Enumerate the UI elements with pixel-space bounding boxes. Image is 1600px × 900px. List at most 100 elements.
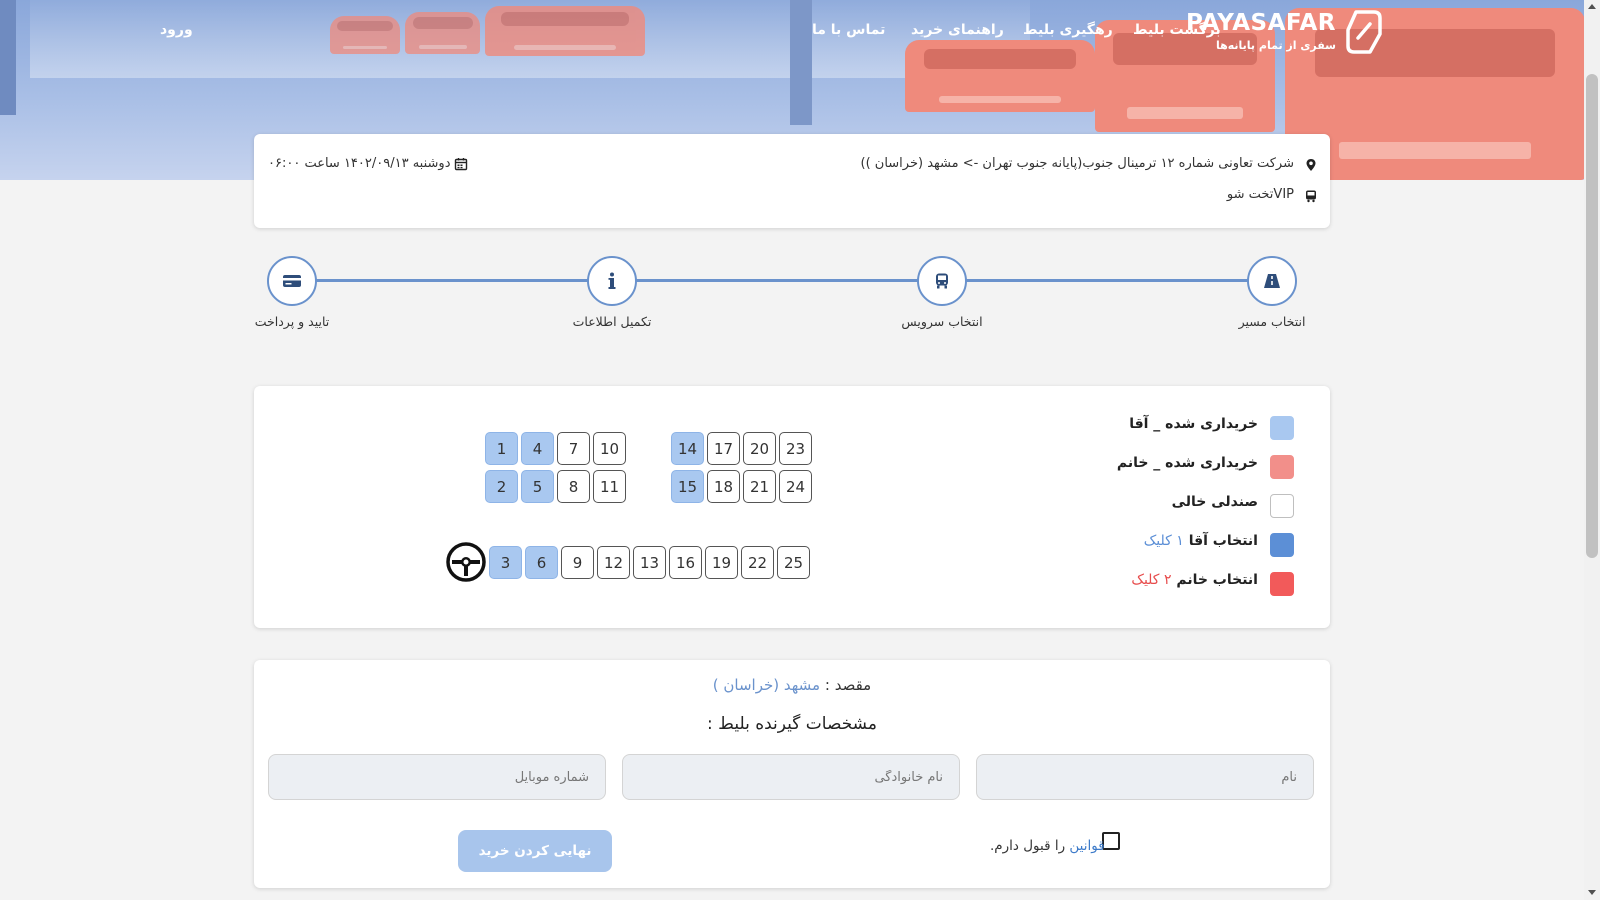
legend-item: صندلی خالی bbox=[1054, 492, 1294, 531]
step-circle bbox=[1247, 256, 1297, 306]
legend-label: انتخاب آقا ۱ کلیک bbox=[1144, 533, 1258, 549]
legend-item: خریداری شده _ خانم bbox=[1054, 453, 1294, 492]
form-title: مشخصات گیرنده بلیط : bbox=[707, 714, 877, 734]
seat-8[interactable]: 8 bbox=[557, 470, 590, 503]
step-circle bbox=[267, 256, 317, 306]
page-scrollbar[interactable] bbox=[1584, 0, 1600, 900]
progress-steps: انتخاب مسیر انتخاب سرویس تکمیل اطلاعات ت… bbox=[250, 256, 1332, 336]
step-info[interactable]: تکمیل اطلاعات bbox=[552, 256, 672, 329]
legend-swatch bbox=[1270, 533, 1294, 557]
legend-click-hint: ۲ کلیک bbox=[1131, 572, 1172, 588]
calendar-icon bbox=[454, 158, 468, 171]
seat-23[interactable]: 23 bbox=[779, 432, 812, 465]
bus-illustration bbox=[905, 40, 1095, 112]
scroll-down-icon[interactable] bbox=[1588, 890, 1596, 895]
seat-2[interactable]: 2 bbox=[485, 470, 518, 503]
step-label: انتخاب مسیر bbox=[1238, 314, 1306, 329]
progress-line bbox=[298, 279, 1284, 282]
seat-24[interactable]: 24 bbox=[779, 470, 812, 503]
legend-item: انتخاب آقا ۱ کلیک bbox=[1054, 531, 1294, 570]
nav-login[interactable]: ورود bbox=[160, 22, 193, 38]
terms-suffix: را قبول دارم. bbox=[990, 838, 1066, 854]
road-icon bbox=[1264, 274, 1280, 288]
banner-pillar bbox=[0, 0, 16, 115]
bus-type: VIPتخت شو bbox=[1226, 187, 1294, 202]
seat-7[interactable]: 7 bbox=[557, 432, 590, 465]
nav-track-ticket[interactable]: رهگیری بلیط bbox=[1023, 22, 1113, 38]
seat-legend: خریداری شده _ آقا خریداری شده _ خانم صند… bbox=[1054, 414, 1294, 609]
legend-label: خریداری شده _ خانم bbox=[1116, 455, 1258, 471]
bus-illustration bbox=[405, 12, 480, 54]
seat-13[interactable]: 13 bbox=[633, 546, 666, 579]
legend-label: انتخاب خانم ۲ کلیک bbox=[1131, 572, 1258, 588]
legend-swatch bbox=[1270, 455, 1294, 479]
legend-swatch bbox=[1270, 494, 1294, 518]
seat-12[interactable]: 12 bbox=[597, 546, 630, 579]
destination-label: مقصد : bbox=[824, 676, 872, 694]
trip-route: شرکت تعاونی شماره ۱۲ ترمینال جنوب(پایانه… bbox=[860, 156, 1295, 171]
scroll-thumb[interactable] bbox=[1586, 74, 1598, 558]
mobile-input[interactable] bbox=[268, 754, 606, 800]
bus-icon bbox=[1306, 190, 1316, 203]
trip-info-card: شرکت تعاونی شماره ۱۲ ترمینال جنوب(پایانه… bbox=[254, 134, 1330, 228]
brand-tagline: سفری از تمام پایانه‌ها bbox=[1215, 39, 1336, 52]
banner-pillar bbox=[790, 0, 812, 125]
seat-3[interactable]: 3 bbox=[489, 546, 522, 579]
finalize-purchase-button[interactable]: نهایی کردن خرید bbox=[458, 830, 612, 872]
terms-text: قوانین را قبول دارم. bbox=[990, 838, 1105, 854]
last-name-input[interactable] bbox=[622, 754, 960, 800]
seat-10[interactable]: 10 bbox=[593, 432, 626, 465]
first-name-input[interactable] bbox=[976, 754, 1314, 800]
terms-checkbox[interactable] bbox=[1102, 832, 1120, 850]
seat-22[interactable]: 22 bbox=[741, 546, 774, 579]
nav-purchase-guide[interactable]: راهنمای خرید bbox=[911, 22, 1004, 38]
step-service[interactable]: انتخاب سرویس bbox=[882, 256, 1002, 329]
scroll-up-icon[interactable] bbox=[1588, 4, 1596, 9]
seat-9[interactable]: 9 bbox=[561, 546, 594, 579]
credit-card-icon bbox=[283, 275, 301, 287]
bus-icon bbox=[936, 273, 948, 289]
legend-item: خریداری شده _ آقا bbox=[1054, 414, 1294, 453]
seat-15[interactable]: 15 bbox=[671, 470, 704, 503]
step-label: تکمیل اطلاعات bbox=[572, 314, 652, 329]
steering-wheel-icon bbox=[446, 542, 486, 582]
nav-contact-us[interactable]: تماس با ما bbox=[812, 22, 885, 38]
bus-illustration bbox=[485, 6, 645, 56]
seat-14[interactable]: 14 bbox=[671, 432, 704, 465]
seat-11[interactable]: 11 bbox=[593, 470, 626, 503]
legend-label-text: انتخاب آقا bbox=[1188, 533, 1258, 549]
legend-label: خریداری شده _ آقا bbox=[1129, 416, 1258, 432]
seat-16[interactable]: 16 bbox=[669, 546, 702, 579]
legend-click-hint: ۱ کلیک bbox=[1143, 533, 1184, 549]
seat-17[interactable]: 17 bbox=[707, 432, 740, 465]
legend-label: صندلی خالی bbox=[1171, 494, 1258, 510]
step-payment[interactable]: تایید و پرداخت bbox=[242, 256, 342, 329]
bus-illustration bbox=[330, 16, 400, 54]
seat-21[interactable]: 21 bbox=[743, 470, 776, 503]
passenger-form-card: مقصد : مشهد (خراسان ) مشخصات گیرنده بلیط… bbox=[254, 660, 1330, 888]
step-circle bbox=[917, 256, 967, 306]
seat-map-card: 1 4 7 10 14 17 20 23 2 5 8 11 15 18 21 24 3 6 9 12 13 16 19 22 2… bbox=[254, 386, 1330, 628]
seat-25[interactable]: 25 bbox=[777, 546, 810, 579]
terms-link[interactable]: قوانین bbox=[1069, 838, 1104, 854]
seat-1[interactable]: 1 bbox=[485, 432, 518, 465]
step-circle bbox=[587, 256, 637, 306]
legend-swatch bbox=[1270, 416, 1294, 440]
info-icon bbox=[608, 272, 616, 289]
trip-datetime: دوشنبه ۱۴۰۲/۰۹/۱۳ ساعت ۰۶:۰۰ bbox=[268, 156, 451, 171]
seat-4[interactable]: 4 bbox=[521, 432, 554, 465]
seat-19[interactable]: 19 bbox=[705, 546, 738, 579]
nav-return-ticket[interactable]: برگشت بلیط bbox=[1133, 22, 1221, 38]
step-route[interactable]: انتخاب مسیر bbox=[1212, 256, 1332, 329]
logo-icon bbox=[1346, 10, 1382, 54]
step-label: تایید و پرداخت bbox=[254, 314, 330, 329]
destination-value: مشهد (خراسان ) bbox=[712, 676, 821, 694]
seat-6[interactable]: 6 bbox=[525, 546, 558, 579]
legend-label-text: انتخاب خانم bbox=[1176, 572, 1258, 588]
seat-5[interactable]: 5 bbox=[521, 470, 554, 503]
destination-line: مقصد : مشهد (خراسان ) bbox=[254, 676, 1330, 694]
seat-20[interactable]: 20 bbox=[743, 432, 776, 465]
legend-item: انتخاب خانم ۲ کلیک bbox=[1054, 570, 1294, 609]
seat-18[interactable]: 18 bbox=[707, 470, 740, 503]
step-label: انتخاب سرویس bbox=[901, 314, 983, 329]
